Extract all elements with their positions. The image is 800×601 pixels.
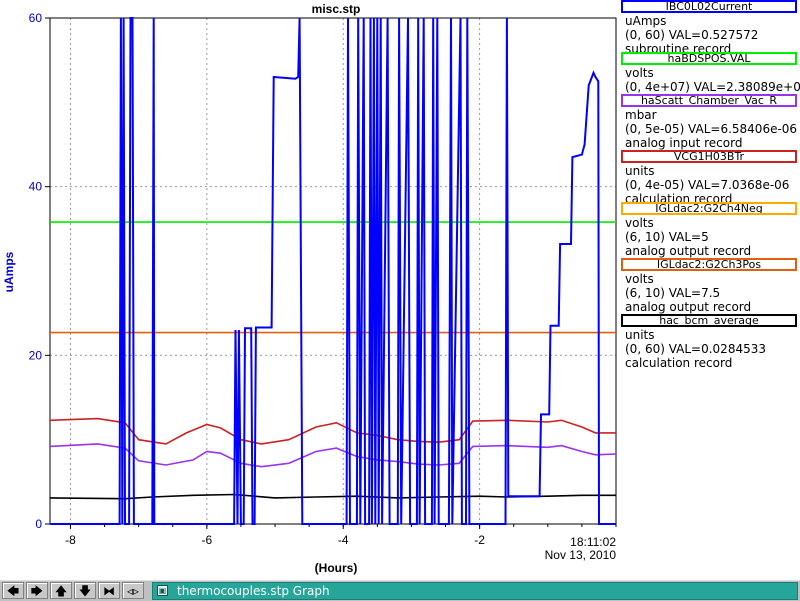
x-axis-label: (Hours) — [315, 561, 358, 575]
legend-range-value: (6, 10) VAL=5 — [625, 230, 709, 244]
legend-range-value: (0, 4e-05) VAL=7.0368e-06 — [625, 178, 790, 192]
scroll-up-button[interactable]: 🡅 — [50, 582, 72, 599]
y-tick-label: 20 — [29, 348, 43, 362]
date-label: Nov 13, 2010 — [545, 548, 617, 562]
zoom-in-icon: ⧓ — [103, 584, 115, 598]
legend-range-value: (0, 5e-05) VAL=6.58406e-06 — [625, 122, 798, 136]
series-line-hascatt-chamber-vac-r — [49, 443, 617, 468]
zoom-out-x-button[interactable]: ◃▹ — [122, 582, 144, 599]
x-tick-label: -2 — [474, 533, 485, 547]
y-tick-label: 40 — [29, 180, 43, 194]
legend-range-value: (0, 60) VAL=0.527572 — [625, 28, 759, 42]
chart-series — [49, 17, 617, 525]
x-tick-label: -6 — [202, 533, 213, 547]
zoom-in-x-button[interactable]: ⧓ — [98, 582, 120, 599]
chart-axes: 0 20 40 60 -8 -6 -4 -2 — [29, 11, 617, 547]
scroll-right-button[interactable]: 🡆 — [26, 582, 48, 599]
legend-series-name[interactable]: IGLdac2:G2Ch4Neg — [621, 202, 797, 215]
legend-units: volts — [625, 272, 654, 286]
legend-series-name[interactable]: IGLdac2:G2Ch3Pos — [621, 258, 797, 271]
legend-record-type: analog output record — [625, 244, 752, 258]
legend-units: volts — [625, 216, 654, 230]
y-axis-label: uAmps — [2, 251, 16, 292]
legend-range-value: (0, 60) VAL=0.0284533 — [625, 342, 766, 356]
legend-record-type: calculation record — [625, 356, 733, 370]
x-tick-label: -4 — [338, 533, 349, 547]
taskbar-window-title: thermocouples.stp Graph — [177, 584, 330, 598]
x-tick-label: -8 — [65, 533, 76, 547]
legend-range-value: (6, 10) VAL=7.5 — [625, 286, 721, 300]
legend-units: units — [625, 164, 655, 178]
chart-title: misc.stp — [312, 2, 361, 16]
y-tick-label: 0 — [35, 517, 42, 531]
down-arrow-icon: 🡇 — [78, 584, 92, 598]
legend-series-name[interactable]: haScatt_Chamber_Vac_R — [621, 94, 797, 107]
legend-range-value: (0, 4e+07) VAL=2.38089e+07 — [625, 80, 800, 94]
zoom-out-icon: ◃▹ — [126, 584, 140, 598]
legend-series-name[interactable]: haBDSPOS.VAL — [621, 52, 797, 65]
series-line-vcg1h03btr — [49, 417, 616, 445]
legend-record-type: analog input record — [625, 136, 743, 150]
legend-series-name[interactable]: VCG1H03BTr — [621, 150, 797, 163]
legend-series-name[interactable]: hac_bcm_average — [621, 314, 797, 327]
taskbar-window-button[interactable]: ▣ thermocouples.stp Graph — [152, 582, 798, 600]
right-arrow-icon: 🡆 — [30, 584, 44, 598]
legend-units: mbar — [625, 108, 657, 122]
up-arrow-icon: 🡅 — [54, 584, 68, 598]
legend-units: volts — [625, 66, 654, 80]
time-label: 18:11:02 — [570, 535, 616, 549]
legend-units: uAmps — [625, 14, 667, 28]
scroll-left-button[interactable]: 🡄 — [2, 582, 24, 599]
legend-units: units — [625, 328, 655, 342]
legend-record-type: analog output record — [625, 300, 752, 314]
taskbar: 🡄 🡆 🡅 🡇 ⧓ ◃▹ ▣ thermocouples.stp Graph — [0, 580, 800, 601]
legend-series-name[interactable]: IBC0L02Current — [621, 0, 797, 13]
window-icon: ▣ — [157, 585, 168, 596]
scroll-down-button[interactable]: 🡇 — [74, 582, 96, 599]
left-arrow-icon: 🡄 — [6, 584, 20, 598]
y-tick-label: 60 — [29, 11, 43, 25]
